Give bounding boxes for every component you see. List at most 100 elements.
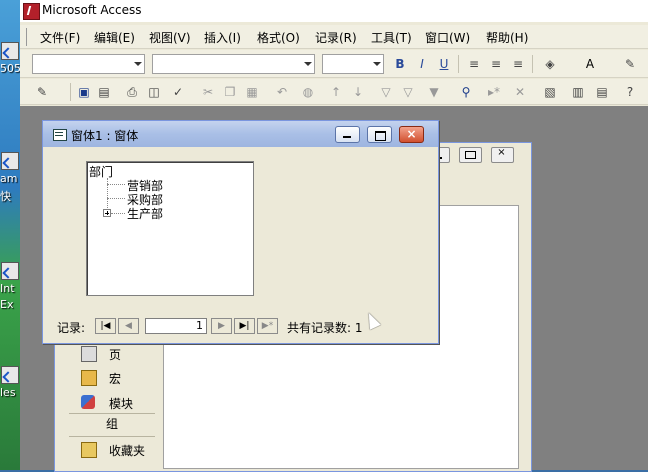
- menu-help[interactable]: 帮助(H): [486, 29, 528, 46]
- record-label: 记录:: [57, 321, 86, 335]
- macro-icon: [81, 370, 97, 386]
- align-right-icon[interactable]: ≡: [508, 54, 528, 74]
- align-left-icon[interactable]: ≡: [464, 54, 484, 74]
- new-record-icon[interactable]: ▸*: [484, 82, 504, 102]
- db-object-macros[interactable]: 宏: [69, 367, 155, 389]
- toolbar-separator: [532, 55, 533, 73]
- form-maximize-button[interactable]: [367, 126, 392, 143]
- form-title: 窗体1 : 窗体: [71, 129, 139, 143]
- properties-icon[interactable]: ▧: [540, 82, 560, 102]
- toolbar-separator: [70, 83, 71, 101]
- desktop-shortcut-icon[interactable]: [1, 366, 19, 384]
- undo-icon[interactable]: ↶: [272, 82, 292, 102]
- print-preview-icon[interactable]: ◫: [144, 82, 164, 102]
- print-icon[interactable]: ⎙: [122, 82, 142, 102]
- file-search-icon[interactable]: ▤: [94, 82, 114, 102]
- object-combo[interactable]: [32, 54, 145, 74]
- menu-bar: 文件(F) 编辑(E) 视图(V) 插入(I) 格式(O) 记录(R) 工具(T…: [20, 25, 648, 49]
- app-title-bar[interactable]: Microsoft Access: [20, 0, 648, 22]
- minimize-icon: [343, 136, 351, 138]
- font-size-combo[interactable]: [322, 54, 384, 74]
- next-record-icon: ▶: [218, 321, 225, 331]
- close-icon: ×: [406, 127, 417, 141]
- align-center-icon[interactable]: ≡: [486, 54, 506, 74]
- spelling-icon[interactable]: ✓: [168, 82, 188, 102]
- line-color-icon[interactable]: ✎: [620, 54, 640, 74]
- toolbar-grip[interactable]: [26, 28, 27, 46]
- hyperlink-icon[interactable]: ◍: [298, 82, 318, 102]
- db-close-button[interactable]: ×: [491, 147, 514, 163]
- save-icon[interactable]: ▣: [74, 82, 94, 102]
- groups-bar[interactable]: 组: [69, 413, 155, 437]
- menu-view[interactable]: 视图(V): [149, 29, 191, 46]
- expand-icon[interactable]: [103, 209, 111, 217]
- next-record-button[interactable]: ▶: [211, 318, 232, 334]
- last-record-button[interactable]: ▶|: [234, 318, 255, 334]
- db-object-pages[interactable]: 页: [69, 343, 155, 365]
- tree-line: [111, 213, 125, 214]
- delete-record-icon[interactable]: ✕: [510, 82, 530, 102]
- first-record-icon: |◀: [100, 321, 111, 331]
- tree-node-production[interactable]: 生产部: [127, 205, 163, 222]
- underline-icon[interactable]: U: [434, 54, 454, 74]
- form-window: 窗体1 : 窗体 × 部门 营销部 采购部 生产部 记录: |◀ ◀ 1 ▶ ▶…: [42, 120, 439, 344]
- module-icon: [81, 395, 95, 409]
- favorites-label: 收藏夹: [109, 444, 146, 458]
- department-tree[interactable]: 部门 营销部 采购部 生产部: [86, 161, 254, 296]
- design-view-icon[interactable]: ✎: [32, 82, 52, 102]
- menu-tools[interactable]: 工具(T): [371, 29, 412, 46]
- new-record-icon: ▶*: [261, 321, 274, 331]
- db-objects-bar: 页 宏 模块 组 收藏夹: [69, 343, 155, 471]
- desktop-shortcut-icon[interactable]: [1, 42, 19, 60]
- prev-record-button[interactable]: ◀: [118, 318, 139, 334]
- tree-node-root[interactable]: 部门: [89, 163, 113, 180]
- desktop-label: Ex: [0, 298, 14, 311]
- cut-icon[interactable]: ✂: [198, 82, 218, 102]
- desktop-shortcut-icon[interactable]: [1, 262, 19, 280]
- desktop-label: les: [0, 386, 16, 399]
- formatting-toolbar: B I U ≡ ≡ ≡ ◈ A ✎: [20, 50, 648, 78]
- toolbar-separator: [458, 55, 459, 73]
- filter-by-selection-icon[interactable]: ▽: [376, 82, 396, 102]
- new-object-icon[interactable]: ▤: [592, 82, 612, 102]
- desktop-shortcut-icon[interactable]: [1, 152, 19, 170]
- menu-format[interactable]: 格式(O): [257, 29, 300, 46]
- db-favorites[interactable]: 收藏夹: [69, 439, 155, 461]
- record-number-input[interactable]: 1: [145, 318, 207, 334]
- apply-filter-icon[interactable]: ▼: [424, 82, 444, 102]
- total-records-label: 共有记录数: 1: [287, 321, 363, 335]
- find-icon[interactable]: ⚲: [456, 82, 476, 102]
- help-icon[interactable]: ?: [620, 82, 640, 102]
- tree-line: [107, 184, 125, 185]
- form-minimize-button[interactable]: [335, 126, 360, 143]
- menu-records[interactable]: 记录(R): [315, 29, 357, 46]
- fill-color-icon[interactable]: ◈: [540, 54, 560, 74]
- menu-window[interactable]: 窗口(W): [425, 29, 470, 46]
- menu-insert[interactable]: 插入(I): [204, 29, 241, 46]
- form-title-bar[interactable]: 窗体1 : 窗体 ×: [43, 121, 438, 147]
- app-title: Microsoft Access: [42, 3, 142, 17]
- italic-icon[interactable]: I: [412, 54, 432, 74]
- font-combo[interactable]: [152, 54, 315, 74]
- sort-ascending-icon[interactable]: ↑: [326, 82, 346, 102]
- paste-icon[interactable]: ▦: [242, 82, 262, 102]
- font-color-icon[interactable]: A: [580, 54, 600, 74]
- page-icon: [81, 346, 97, 362]
- menu-file[interactable]: 文件(F): [40, 29, 80, 46]
- copy-icon[interactable]: ❐: [220, 82, 240, 102]
- menu-edit[interactable]: 编辑(E): [94, 29, 135, 46]
- database-window-icon[interactable]: ▥: [568, 82, 588, 102]
- bold-icon[interactable]: B: [390, 54, 410, 74]
- db-restore-button[interactable]: [459, 147, 482, 163]
- filter-by-form-icon[interactable]: ▽: [398, 82, 418, 102]
- favorites-folder-icon: [81, 442, 97, 458]
- db-object-label: 宏: [109, 372, 122, 386]
- new-record-button[interactable]: ▶*: [257, 318, 278, 334]
- form-close-button[interactable]: ×: [399, 126, 424, 143]
- maximize-icon: [375, 131, 386, 141]
- db-object-modules[interactable]: 模块: [69, 392, 155, 414]
- sort-descending-icon[interactable]: ↓: [348, 82, 368, 102]
- first-record-button[interactable]: |◀: [95, 318, 116, 334]
- desktop-label: 快: [0, 190, 11, 203]
- access-app-icon[interactable]: [23, 3, 40, 20]
